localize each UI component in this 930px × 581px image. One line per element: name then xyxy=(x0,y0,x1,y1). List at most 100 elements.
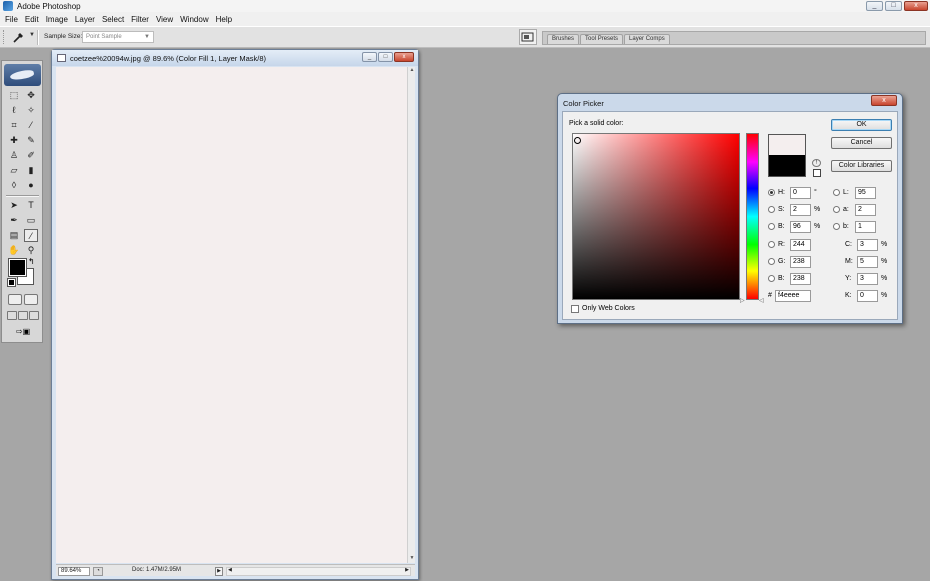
document-title-bar[interactable]: coetzee%20094w.jpg @ 89.6% (Color Fill 1… xyxy=(52,50,418,66)
pen-tool-icon[interactable]: ✒ xyxy=(7,214,21,227)
document-minimize-button[interactable]: _ xyxy=(362,52,377,62)
tab-tool-presets[interactable]: Tool Presets xyxy=(580,34,624,44)
healing-brush-tool-icon[interactable]: ✚ xyxy=(7,134,21,147)
document-canvas[interactable] xyxy=(56,67,407,563)
tool-preset-dropdown-icon[interactable]: ▼ xyxy=(29,32,35,38)
quick-mask-mode-button[interactable] xyxy=(24,294,38,305)
hue-radio[interactable] xyxy=(768,189,775,196)
blue-radio[interactable] xyxy=(768,275,775,282)
lasso-tool-icon[interactable]: ℓ xyxy=(7,104,21,117)
notes-tool-icon[interactable]: ▤ xyxy=(7,229,21,242)
type-tool-icon[interactable]: T xyxy=(24,199,38,212)
tab-brushes[interactable]: Brushes xyxy=(547,34,580,44)
lab-l-radio[interactable] xyxy=(833,189,840,196)
gradient-tool-icon[interactable]: ▮ xyxy=(24,164,38,177)
red-radio[interactable] xyxy=(768,241,775,248)
blur-tool-icon[interactable]: ◊ xyxy=(7,179,21,192)
standard-screen-mode-button[interactable] xyxy=(7,311,17,320)
standard-mode-button[interactable] xyxy=(8,294,22,305)
shape-tool-icon[interactable]: ▭ xyxy=(24,214,38,227)
document-close-button[interactable]: x xyxy=(394,52,414,62)
move-tool-icon[interactable]: ✥ xyxy=(24,89,38,102)
hand-tool-icon[interactable]: ✋ xyxy=(7,244,21,257)
menu-image[interactable]: Image xyxy=(44,15,73,24)
ok-button[interactable]: OK xyxy=(831,119,892,131)
hue-slider-right-arrow-icon[interactable]: ◁ xyxy=(759,297,764,304)
eraser-tool-icon[interactable]: ▱ xyxy=(7,164,21,177)
green-radio[interactable] xyxy=(768,258,775,265)
web-safe-cube-icon[interactable] xyxy=(813,169,821,177)
hue-field[interactable]: 0 xyxy=(790,187,811,199)
lab-l-field[interactable]: 95 xyxy=(855,187,876,199)
cancel-button[interactable]: Cancel xyxy=(831,137,892,149)
current-color-swatch[interactable] xyxy=(768,155,806,177)
vertical-scrollbar[interactable]: ▲ ▼ xyxy=(407,67,415,563)
magenta-field[interactable]: 5 xyxy=(857,256,878,268)
color-libraries-button[interactable]: Color Libraries xyxy=(831,160,892,172)
swap-colors-icon[interactable]: ↰ xyxy=(28,257,35,266)
color-picker-close-button[interactable]: x xyxy=(871,95,897,106)
document-maximize-button[interactable]: □ xyxy=(378,52,393,62)
menu-filter[interactable]: Filter xyxy=(129,15,154,24)
slice-tool-icon[interactable]: ⁄ xyxy=(24,119,38,132)
menu-window[interactable]: Window xyxy=(178,15,213,24)
clone-stamp-tool-icon[interactable]: ♙ xyxy=(7,149,21,162)
scroll-up-icon[interactable]: ▲ xyxy=(408,67,416,75)
lab-b-radio[interactable] xyxy=(833,223,840,230)
scroll-down-icon[interactable]: ▼ xyxy=(408,555,416,563)
eyedropper-tool-icon[interactable]: ⁄ xyxy=(24,229,38,242)
scroll-right-icon[interactable]: ▶ xyxy=(405,567,409,573)
menu-file[interactable]: File xyxy=(3,15,23,24)
brush-tool-icon[interactable]: ✎ xyxy=(24,134,38,147)
lab-b-field[interactable]: 1 xyxy=(855,221,876,233)
history-brush-tool-icon[interactable]: ✐ xyxy=(24,149,38,162)
adobe-online-icon[interactable] xyxy=(4,64,41,86)
default-colors-icon[interactable] xyxy=(7,278,16,287)
blue-field[interactable]: 238 xyxy=(790,273,811,285)
foreground-color-swatch[interactable] xyxy=(8,258,27,277)
yellow-field[interactable]: 3 xyxy=(857,273,878,285)
marquee-tool-icon[interactable]: ⬚ xyxy=(7,89,21,102)
sample-size-select[interactable]: Point Sample ▼ xyxy=(82,31,154,43)
color-field-cursor[interactable] xyxy=(574,137,581,144)
brightness-radio[interactable] xyxy=(768,223,775,230)
file-browser-button[interactable] xyxy=(519,29,537,45)
brightness-field[interactable]: 96 xyxy=(790,221,811,233)
path-selection-tool-icon[interactable]: ➤ xyxy=(7,199,21,212)
options-bar-grip[interactable] xyxy=(3,30,6,44)
dodge-tool-icon[interactable]: ● xyxy=(24,179,38,192)
saturation-radio[interactable] xyxy=(768,206,775,213)
crop-tool-icon[interactable]: ⌗ xyxy=(7,119,21,132)
hue-slider[interactable] xyxy=(746,133,759,300)
full-screen-menu-mode-button[interactable] xyxy=(18,311,28,320)
full-screen-mode-button[interactable] xyxy=(29,311,39,320)
hue-slider-left-arrow-icon[interactable]: ▷ xyxy=(740,297,745,304)
jump-to-imageready-icon[interactable]: ⇨▣ xyxy=(8,327,38,339)
close-button[interactable]: x xyxy=(904,1,928,11)
saturation-field[interactable]: 2 xyxy=(790,204,811,216)
lab-a-radio[interactable] xyxy=(833,206,840,213)
status-menu-arrow-icon[interactable]: ▶ xyxy=(215,567,223,576)
eyedropper-icon[interactable] xyxy=(12,30,26,44)
zoom-level-field[interactable]: 89.64% xyxy=(58,567,90,576)
red-field[interactable]: 244 xyxy=(790,239,811,251)
color-field[interactable] xyxy=(572,133,740,300)
minimize-button[interactable]: _ xyxy=(866,1,883,11)
green-field[interactable]: 238 xyxy=(790,256,811,268)
menu-view[interactable]: View xyxy=(154,15,178,24)
menu-layer[interactable]: Layer xyxy=(73,15,100,24)
maximize-button[interactable]: □ xyxy=(885,1,902,11)
out-of-gamut-warning-icon[interactable]: ! xyxy=(812,159,821,167)
tab-layer-comps[interactable]: Layer Comps xyxy=(624,34,670,44)
lab-a-field[interactable]: 2 xyxy=(855,204,876,216)
status-menu-icon[interactable]: ◔ xyxy=(93,567,103,576)
scroll-left-icon[interactable]: ◀ xyxy=(228,567,232,573)
menu-edit[interactable]: Edit xyxy=(23,15,44,24)
black-field[interactable]: 0 xyxy=(857,290,878,302)
menu-help[interactable]: Help xyxy=(214,15,237,24)
only-web-colors-checkbox[interactable] xyxy=(571,305,579,313)
cyan-field[interactable]: 3 xyxy=(857,239,878,251)
zoom-tool-icon[interactable]: ⚲ xyxy=(24,244,38,257)
horizontal-scrollbar[interactable]: ◀ ▶ xyxy=(226,567,411,576)
hex-field[interactable]: f4eeee xyxy=(775,290,811,302)
